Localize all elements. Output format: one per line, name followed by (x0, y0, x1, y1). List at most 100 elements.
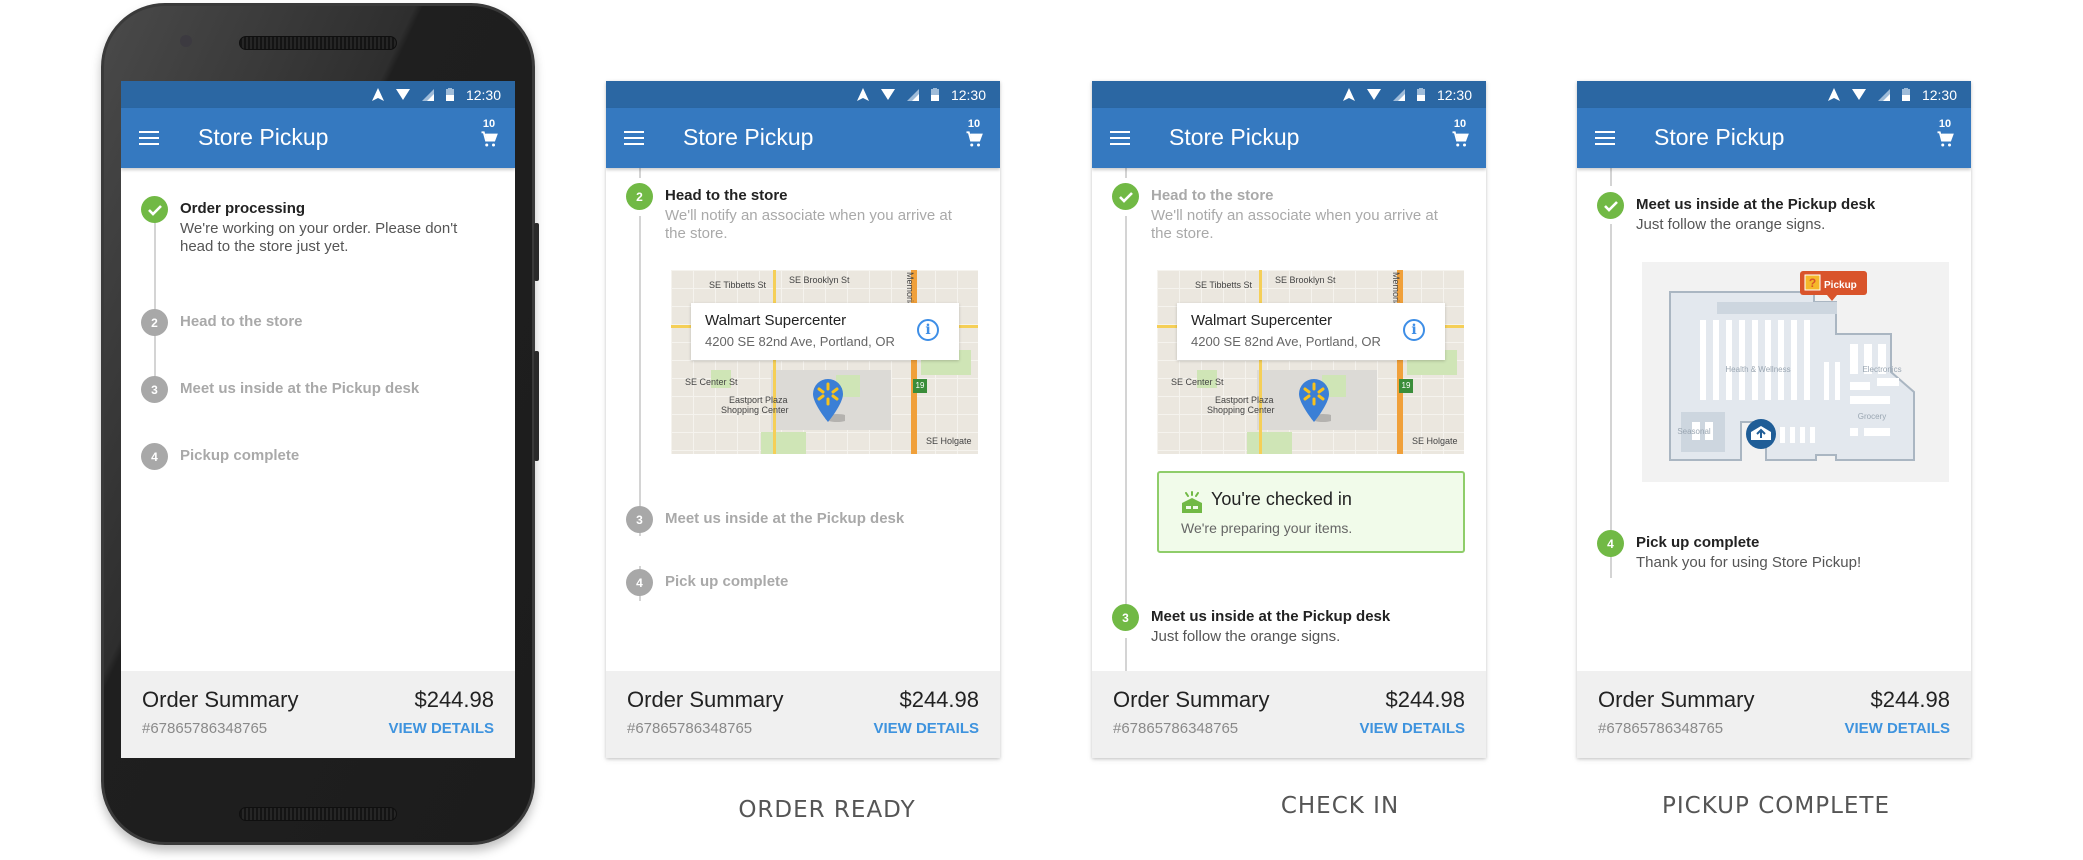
volume-button (534, 351, 539, 461)
order-total: $244.98 (1870, 687, 1950, 712)
step-desc: We'll notify an associate when you arriv… (1151, 207, 1438, 242)
order-summary-footer: Order Summary #67865786348765 $244.98 VI… (1577, 671, 1971, 758)
step-item: Order processing We're working on your or… (141, 196, 495, 256)
cart-count: 10 (1453, 118, 1467, 130)
map-road (1259, 270, 1262, 454)
step-item: 2 Head to the store We'll notify an assoc… (626, 183, 980, 243)
hamburger-menu-icon[interactable] (1595, 129, 1617, 147)
hamburger-menu-icon[interactable] (139, 129, 161, 147)
app-bar: Store Pickup 10 (121, 108, 515, 168)
store-floor-map[interactable]: Health & Wellness Electronics Grocery Se… (1642, 262, 1949, 482)
step-item: Meet us inside at the Pickup desk Just fo… (1597, 192, 1951, 234)
app-title: Store Pickup (683, 124, 814, 150)
view-details-link[interactable]: VIEW DETAILS (388, 720, 494, 737)
step-item: 4 Pickup complete (141, 443, 495, 470)
location-icon (1827, 88, 1840, 101)
hamburger-menu-icon[interactable] (624, 129, 646, 147)
info-icon[interactable]: i (917, 319, 939, 341)
checkin-title: You're checked in (1211, 489, 1352, 509)
department-label: Health & Wellness (1725, 365, 1790, 374)
order-number: #67865786348765 (1113, 720, 1239, 737)
cart-count: 10 (482, 118, 496, 130)
status-time: 12:30 (1436, 86, 1472, 103)
step-number-badge: 4 (1597, 530, 1624, 557)
step-label: Meet us inside at the Pickup desk (665, 510, 905, 527)
map-label: Eastport Plaza (729, 395, 788, 405)
status-bar: 12:30 (1577, 81, 1971, 108)
map-label: SE Center St (1171, 377, 1224, 387)
signal-icon (1392, 88, 1405, 101)
signal-icon (421, 88, 434, 101)
shopping-cart-icon (1937, 131, 1954, 147)
walmart-pin-icon[interactable] (1297, 378, 1331, 422)
step-number-badge: 2 (626, 183, 653, 210)
cart-button[interactable]: 10 (962, 118, 986, 158)
step-item: 4 Pick up complete (626, 569, 980, 596)
floor-plan: Health & Wellness Electronics Grocery Se… (1669, 271, 1915, 461)
view-details-link[interactable]: VIEW DETAILS (1844, 720, 1950, 737)
screen-order-ready: 12:30 Store Pickup 10 2 Head to the stor… (606, 81, 1000, 758)
step-label: Meet us inside at the Pickup desk (1636, 196, 1876, 213)
store-address: 4200 SE 82nd Ave, Portland, OR (705, 334, 895, 349)
order-summary-title: Order Summary (142, 687, 299, 712)
status-time: 12:30 (1921, 86, 1957, 103)
step-number-badge: 3 (141, 376, 168, 403)
caption-check-in: CHECK IN (1280, 793, 1400, 819)
battery-icon (1901, 88, 1910, 101)
order-number: #67865786348765 (627, 720, 753, 737)
checked-in-banner: You're checked in We're preparing your i… (1157, 471, 1465, 553)
order-number: #67865786348765 (1598, 720, 1724, 737)
map-label: Eastport Plaza (1215, 395, 1274, 405)
store-address: 4200 SE 82nd Ave, Portland, OR (1191, 334, 1381, 349)
store-location-map[interactable]: SE Tibbetts St SE Brooklyn St SE Center … (671, 270, 978, 454)
store-name: Walmart Supercenter (1191, 312, 1333, 329)
view-details-link[interactable]: VIEW DETAILS (1359, 720, 1465, 737)
step-list: Meet us inside at the Pickup desk Just fo… (1577, 168, 1971, 671)
shopping-cart-icon (1452, 131, 1469, 147)
store-info-card[interactable]: Walmart Supercenter 4200 SE 82nd Ave, Po… (1177, 303, 1445, 360)
map-label: SE Brooklyn St (789, 275, 850, 285)
battery-icon (930, 88, 939, 101)
step-label: Meet us inside at the Pickup desk (180, 380, 420, 397)
department-label: Grocery (1858, 412, 1886, 421)
location-icon (371, 88, 384, 101)
shopping-cart-icon (966, 131, 983, 147)
svg-text:?: ? (1809, 276, 1816, 290)
map-label: SE Tibbetts St (1195, 280, 1253, 290)
store-info-card[interactable]: Walmart Supercenter 4200 SE 82nd Ave, Po… (691, 303, 959, 360)
walmart-pin-icon[interactable] (811, 378, 845, 422)
front-camera (180, 35, 192, 47)
step-list: Head to the store We'll notify an associa… (1092, 168, 1486, 671)
map-label: SE Tibbetts St (709, 280, 767, 290)
order-summary-title: Order Summary (1113, 687, 1270, 712)
cart-button[interactable]: 10 (477, 118, 501, 158)
order-summary-title: Order Summary (1598, 687, 1755, 712)
caption-pickup-complete: PICKUP COMPLETE (1662, 793, 1890, 819)
info-icon[interactable]: i (1403, 319, 1425, 341)
app-title: Store Pickup (1169, 124, 1300, 150)
timeline-line (1125, 216, 1127, 606)
battery-icon (1416, 88, 1425, 101)
wifi-icon (1851, 89, 1866, 100)
checkin-desc: We're preparing your items. (1181, 520, 1353, 536)
timeline-line (1125, 168, 1127, 178)
store-location-map[interactable]: SE Tibbetts St SE Brooklyn St SE Center … (1157, 270, 1464, 454)
cart-button[interactable]: 10 (1933, 118, 1957, 158)
hamburger-menu-icon[interactable] (1110, 129, 1132, 147)
step-number-badge: 3 (1112, 604, 1139, 631)
map-label: Shopping Center (1207, 405, 1275, 415)
app-bar: Store Pickup 10 (606, 108, 1000, 168)
map-label: SE Brooklyn St (1275, 275, 1336, 285)
order-total: $244.98 (414, 687, 494, 712)
department-label: Electronics (1862, 365, 1901, 374)
order-number: #67865786348765 (142, 720, 268, 737)
check-icon (1112, 183, 1139, 210)
step-desc: Just follow the orange signs. (1636, 216, 1826, 233)
order-summary-title: Order Summary (627, 687, 784, 712)
map-park (1247, 432, 1292, 454)
order-total: $244.98 (1385, 687, 1465, 712)
pickup-label: Pickup (1824, 280, 1857, 291)
view-details-link[interactable]: VIEW DETAILS (873, 720, 979, 737)
cart-button[interactable]: 10 (1448, 118, 1472, 158)
timeline-line (1610, 224, 1612, 578)
